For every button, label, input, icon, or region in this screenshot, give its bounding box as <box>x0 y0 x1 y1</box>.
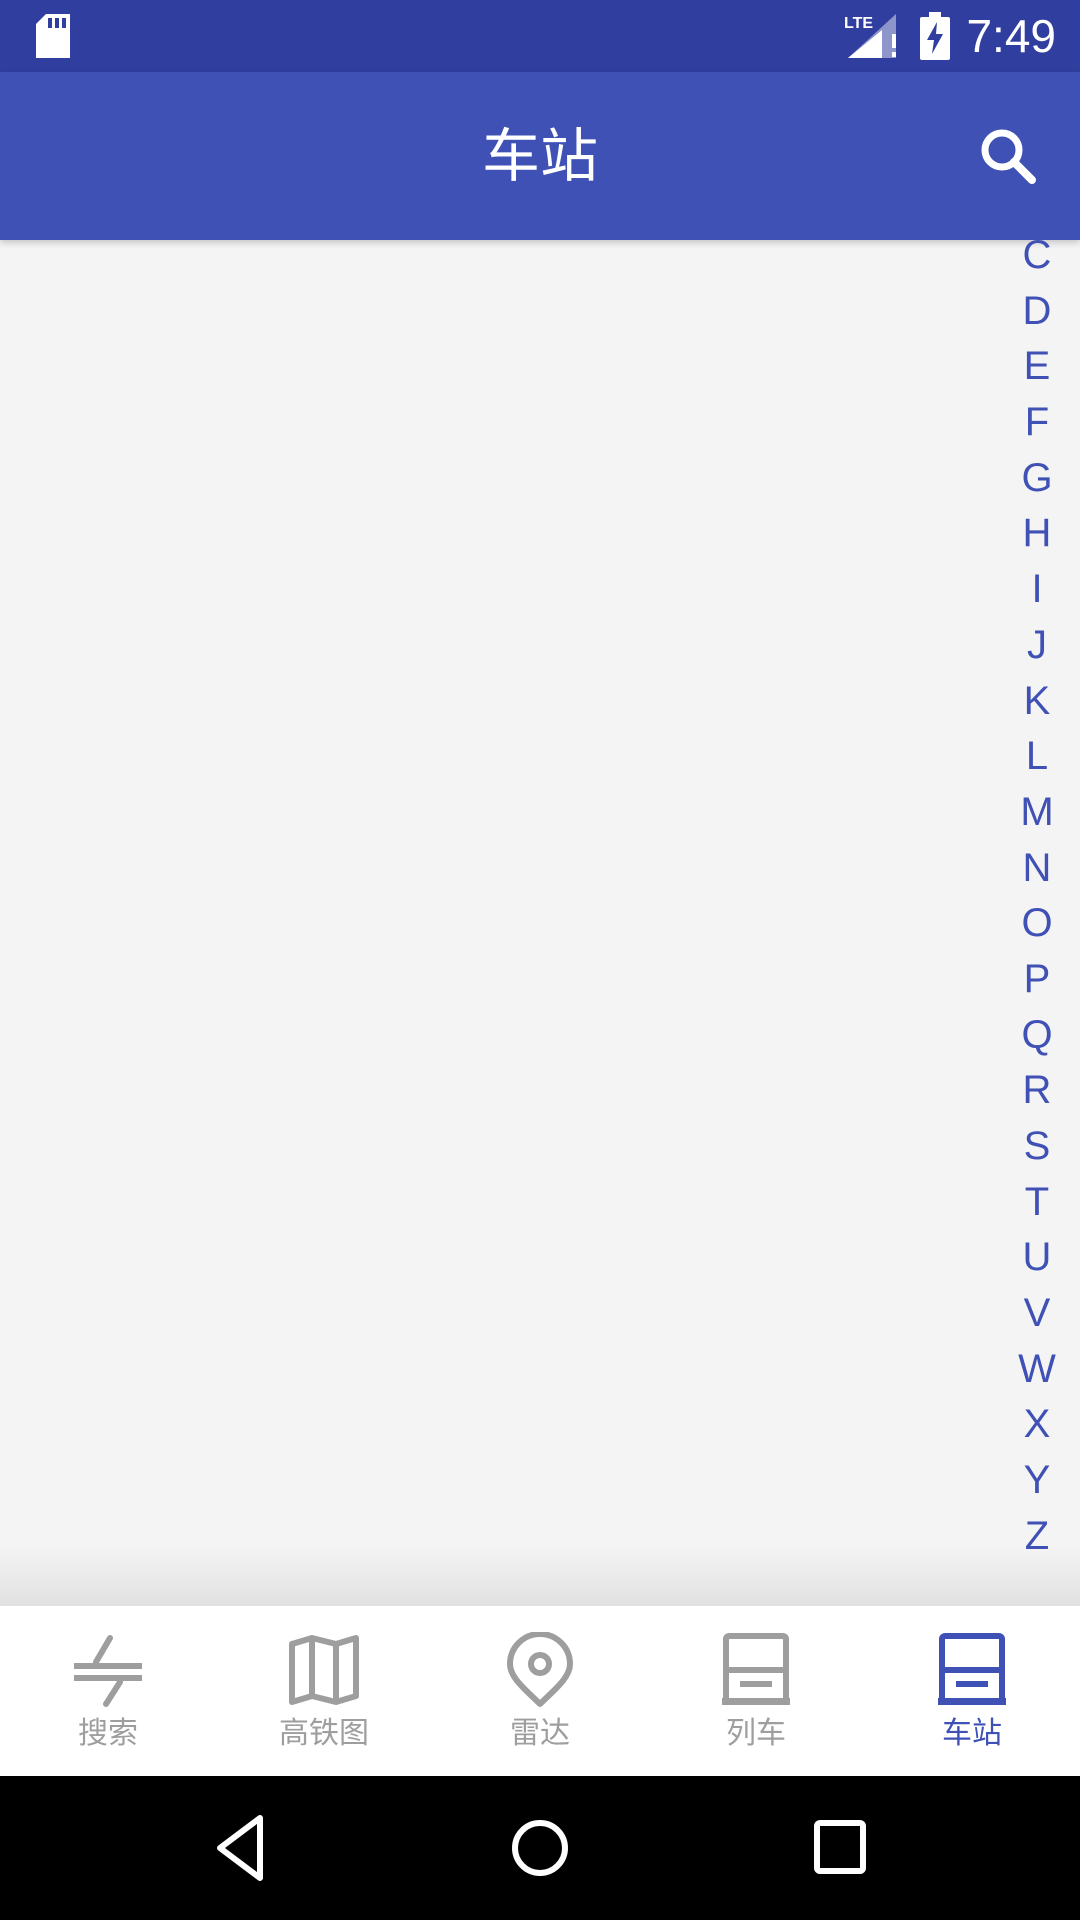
index-letter-q[interactable]: Q <box>1000 1008 1074 1064</box>
index-letter-c[interactable]: C <box>1000 228 1074 284</box>
tab-search-label: 搜索 <box>78 1716 138 1751</box>
index-letter-j[interactable]: J <box>1000 618 1074 674</box>
tab-map[interactable]: 高铁图 <box>216 1606 432 1776</box>
index-letter-f[interactable]: F <box>1000 395 1074 451</box>
index-letter-y[interactable]: Y <box>1000 1453 1074 1509</box>
tab-station-label: 车站 <box>942 1716 1002 1751</box>
index-letter-l[interactable]: L <box>1000 729 1074 785</box>
bottom-navigation: 搜索 高铁图 雷达 列车 车站 <box>0 1606 1080 1776</box>
tab-train-label: 列车 <box>726 1716 786 1751</box>
tab-train[interactable]: 列车 <box>648 1606 864 1776</box>
tab-map-label: 高铁图 <box>279 1716 369 1751</box>
bottom-shadow <box>0 1546 1080 1606</box>
index-letter-x[interactable]: X <box>1000 1397 1074 1453</box>
status-bar: LTE 7:49 <box>0 0 1080 72</box>
home-icon[interactable] <box>510 1812 570 1884</box>
index-letter-z[interactable]: Z <box>1000 1509 1074 1565</box>
location-pin-icon <box>507 1632 573 1707</box>
tab-search[interactable]: 搜索 <box>0 1606 216 1776</box>
index-letter-v[interactable]: V <box>1000 1286 1074 1342</box>
index-letter-s[interactable]: S <box>1000 1119 1074 1175</box>
index-letter-o[interactable]: O <box>1000 896 1074 952</box>
index-letter-n[interactable]: N <box>1000 841 1074 897</box>
back-icon[interactable] <box>212 1812 268 1884</box>
index-letter-g[interactable]: G <box>1000 451 1074 507</box>
index-letter-m[interactable]: M <box>1000 785 1074 841</box>
swap-route-icon <box>74 1635 142 1707</box>
network-type-label: LTE <box>844 15 873 32</box>
lte-signal-icon: LTE <box>842 12 904 64</box>
clock: 7:49 <box>966 10 1056 62</box>
index-letter-r[interactable]: R <box>1000 1063 1074 1119</box>
index-letter-p[interactable]: P <box>1000 952 1074 1008</box>
index-letter-w[interactable]: W <box>1000 1342 1074 1398</box>
sd-card-icon <box>36 14 70 58</box>
station-icon <box>938 1633 1006 1705</box>
map-icon <box>289 1635 359 1705</box>
index-letter-i[interactable]: I <box>1000 562 1074 618</box>
tab-radar-label: 雷达 <box>510 1716 570 1751</box>
search-icon[interactable] <box>976 124 1040 188</box>
recent-apps-icon[interactable] <box>812 1812 868 1884</box>
index-letter-h[interactable]: H <box>1000 506 1074 562</box>
page-title: 车站 <box>481 122 598 190</box>
tab-radar[interactable]: 雷达 <box>432 1606 648 1776</box>
index-letter-k[interactable]: K <box>1000 674 1074 730</box>
train-icon <box>722 1633 790 1705</box>
index-letter-t[interactable]: T <box>1000 1175 1074 1231</box>
station-list[interactable] <box>0 240 1080 1606</box>
index-letter-u[interactable]: U <box>1000 1230 1074 1286</box>
tab-station[interactable]: 车站 <box>864 1606 1080 1776</box>
alphabet-index-bar[interactable]: CDEFGHIJKLMNOPQRSTUVWXYZ <box>1000 228 1074 1565</box>
index-letter-d[interactable]: D <box>1000 284 1074 340</box>
system-navigation-bar <box>0 1776 1080 1920</box>
battery-charging-icon <box>920 12 950 60</box>
app-bar: 车站 <box>0 72 1080 240</box>
index-letter-e[interactable]: E <box>1000 339 1074 395</box>
